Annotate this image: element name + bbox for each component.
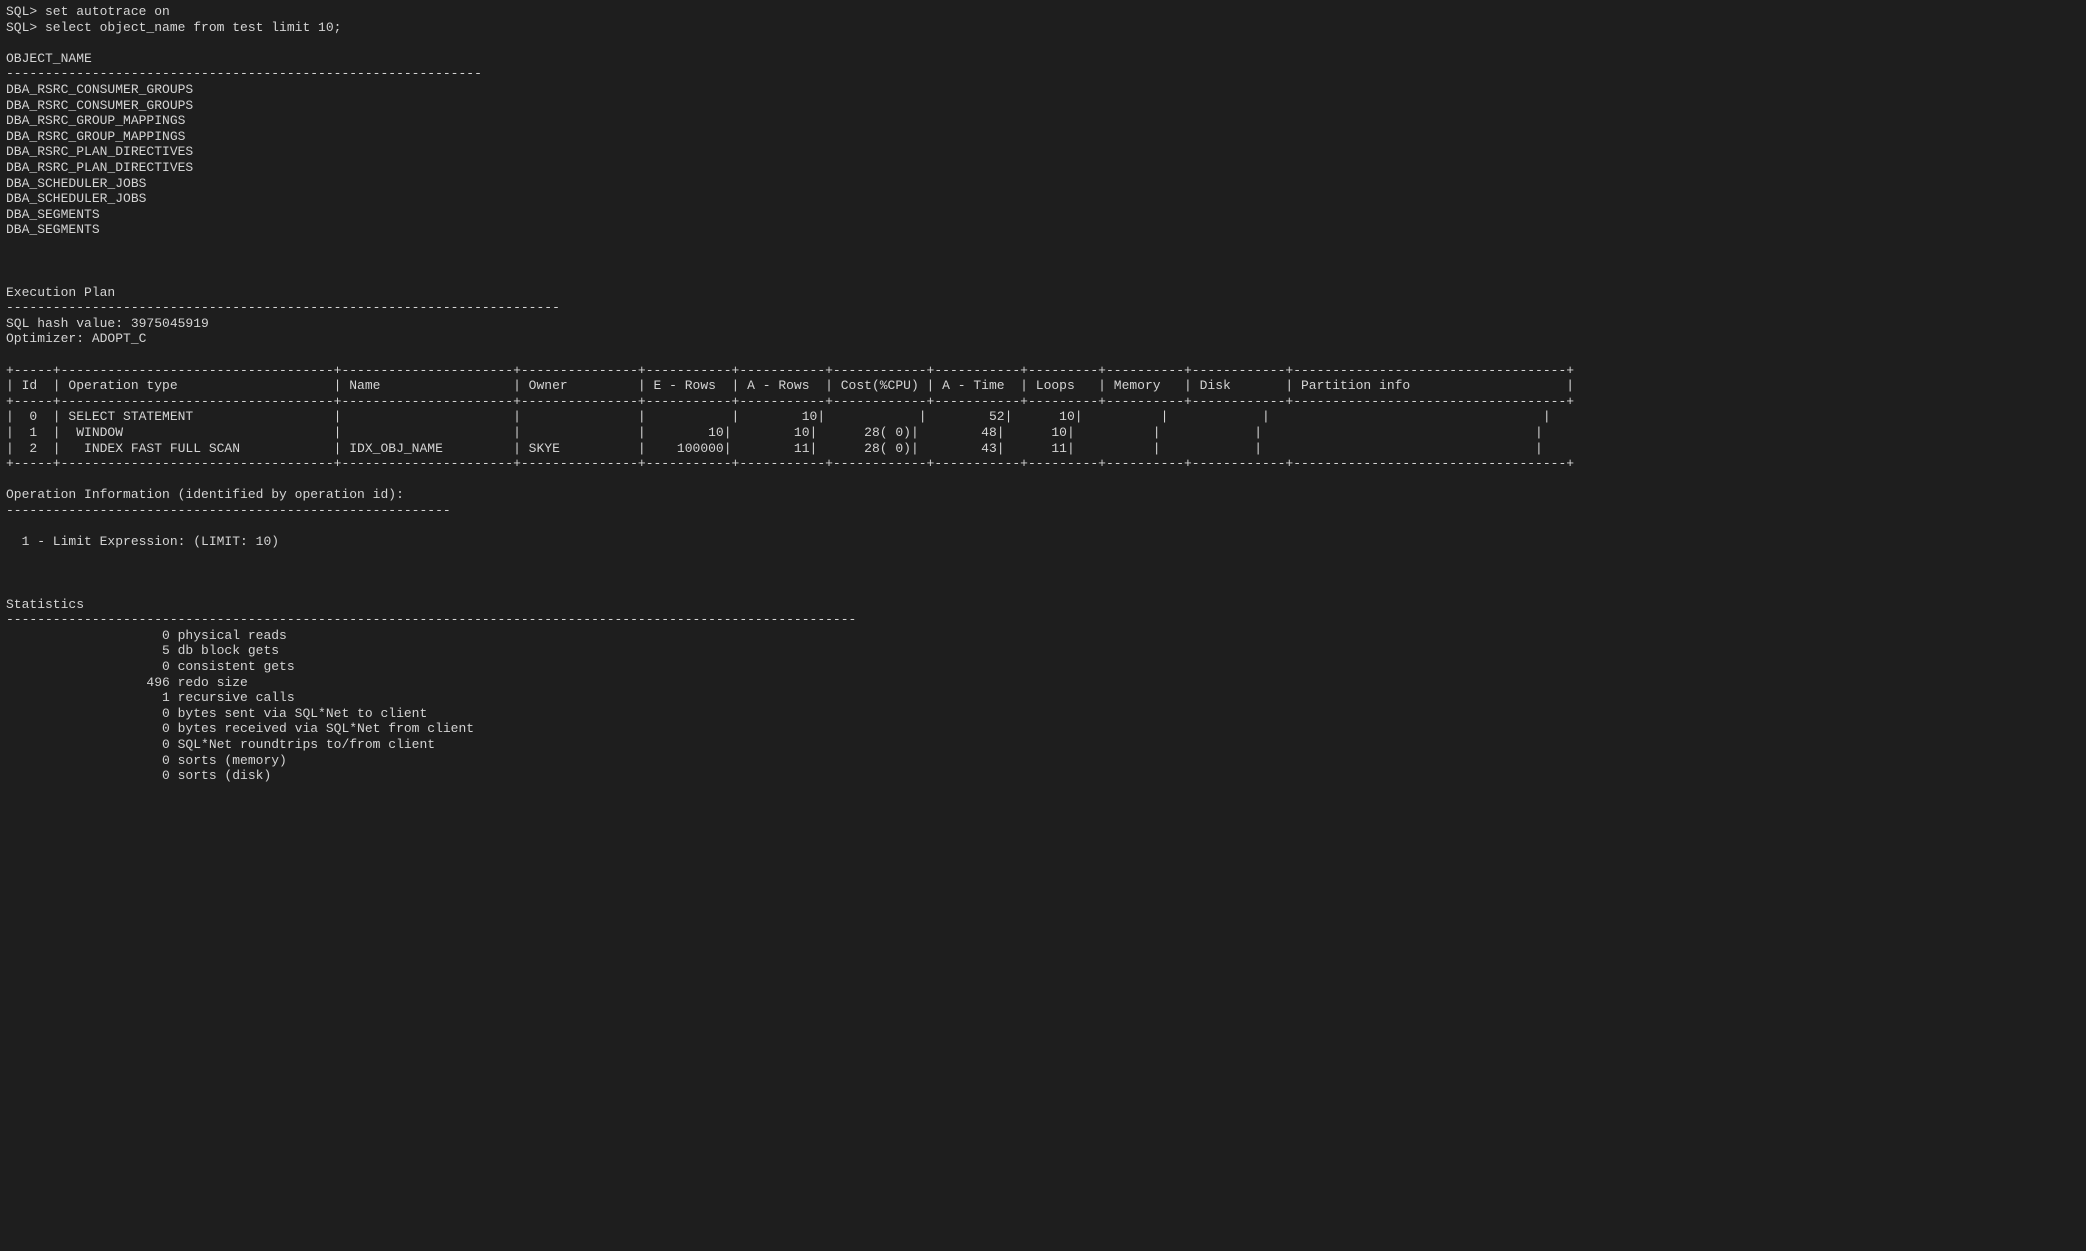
sql-terminal-output: SQL> set autotrace on SQL> select object…: [0, 0, 2086, 788]
